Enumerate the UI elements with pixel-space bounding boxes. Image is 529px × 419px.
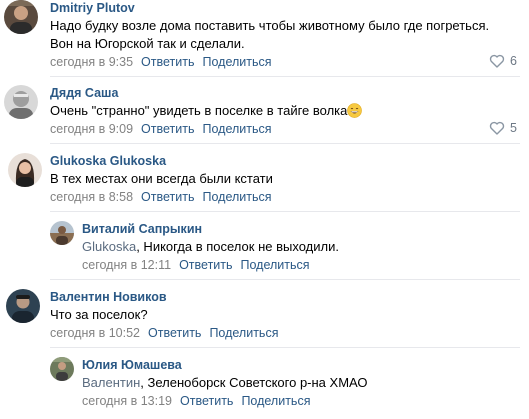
heart-icon: [489, 121, 505, 135]
like-count: 6: [510, 54, 517, 68]
comment-time[interactable]: сегодня в 12:11: [82, 258, 171, 272]
comment-time[interactable]: сегодня в 13:19: [82, 394, 172, 408]
share-button[interactable]: Поделиться: [209, 326, 278, 340]
person-photo-dark-icon: [4, 0, 38, 34]
comment-text: Валентин, Зеленоборск Советского р-на ХМ…: [82, 374, 368, 392]
reply-button[interactable]: Ответить: [141, 55, 194, 69]
comment-time[interactable]: сегодня в 8:58: [50, 190, 133, 204]
comment-meta: сегодня в 10:52 Ответить Поделиться: [50, 326, 278, 340]
comment-meta: сегодня в 12:11 Ответить Поделиться: [82, 258, 310, 272]
person-photo-landscape-icon: [50, 221, 74, 245]
person-photo-gray-icon: [4, 85, 38, 119]
reply-button[interactable]: Ответить: [179, 258, 232, 272]
share-button[interactable]: Поделиться: [202, 122, 271, 136]
comment-author[interactable]: Валентин Новиков: [50, 290, 167, 304]
mention-link[interactable]: Glukoska: [82, 239, 136, 254]
avatar[interactable]: [4, 0, 38, 34]
comment-separator: [50, 76, 520, 77]
comment-time[interactable]: сегодня в 10:52: [50, 326, 140, 340]
share-button[interactable]: Поделиться: [202, 55, 271, 69]
comment-meta: сегодня в 8:58 Ответить Поделиться: [50, 190, 272, 204]
comment-text-body: Очень "странно" увидеть в поселке в тайг…: [50, 103, 348, 118]
comment-author[interactable]: Юлия Юмашева: [82, 358, 182, 372]
comment-meta: сегодня в 13:19 Ответить Поделиться: [82, 394, 310, 408]
person-photo-dark-blue-icon: [6, 289, 40, 323]
comment-text-line: Надо будку возле дома поставить чтобы жи…: [50, 18, 490, 33]
avatar[interactable]: [50, 357, 74, 381]
comment-separator: [50, 211, 520, 212]
comment-meta: сегодня в 9:35 Ответить Поделиться: [50, 55, 272, 69]
comment-author[interactable]: Виталий Сапрыкин: [82, 222, 202, 236]
share-button[interactable]: Поделиться: [241, 258, 310, 272]
comment-time[interactable]: сегодня в 9:35: [50, 55, 133, 69]
comment-time[interactable]: сегодня в 9:09: [50, 122, 133, 136]
heart-icon: [489, 54, 505, 68]
share-button[interactable]: Поделиться: [202, 190, 271, 204]
avatar[interactable]: [50, 221, 74, 245]
comment-author[interactable]: Dmitriy Plutov: [50, 1, 135, 15]
comment-text-body: , Зеленоборск Советского р-на ХМАО: [140, 375, 368, 390]
comment-author[interactable]: Glukoska Glukoska: [50, 154, 166, 168]
grinning-face-emoji-icon: [347, 103, 363, 118]
comment-separator: [50, 279, 520, 280]
person-photo-outdoor-icon: [50, 357, 74, 381]
mention-link[interactable]: Валентин: [82, 375, 140, 390]
comment-separator: [50, 143, 520, 144]
comment-meta: сегодня в 9:09 Ответить Поделиться: [50, 122, 272, 136]
reply-button[interactable]: Ответить: [141, 190, 194, 204]
comment-text-body: , Никогда в поселок не выходили.: [136, 239, 339, 254]
avatar[interactable]: [6, 289, 40, 323]
reply-button[interactable]: Ответить: [141, 122, 194, 136]
like-button[interactable]: 6: [489, 54, 517, 68]
woman-photo-icon: [8, 153, 42, 187]
share-button[interactable]: Поделиться: [241, 394, 310, 408]
avatar[interactable]: [4, 85, 38, 119]
like-count: 5: [510, 121, 517, 135]
comment-text: Очень "странно" увидеть в поселке в тайг…: [50, 102, 363, 120]
comment-author[interactable]: Дядя Саша: [50, 86, 118, 100]
like-button[interactable]: 5: [489, 121, 517, 135]
avatar[interactable]: [8, 153, 42, 187]
comment-text-line: Вон на Югорской так и сделали.: [50, 36, 245, 51]
comment-text: Glukoska, Никогда в поселок не выходили.: [82, 238, 339, 256]
reply-button[interactable]: Ответить: [180, 394, 233, 408]
comment-text: В тех местах они всегда были кстати: [50, 171, 273, 186]
reply-button[interactable]: Ответить: [148, 326, 201, 340]
comment-separator: [50, 347, 520, 348]
comment-text: Что за поселок?: [50, 307, 148, 322]
